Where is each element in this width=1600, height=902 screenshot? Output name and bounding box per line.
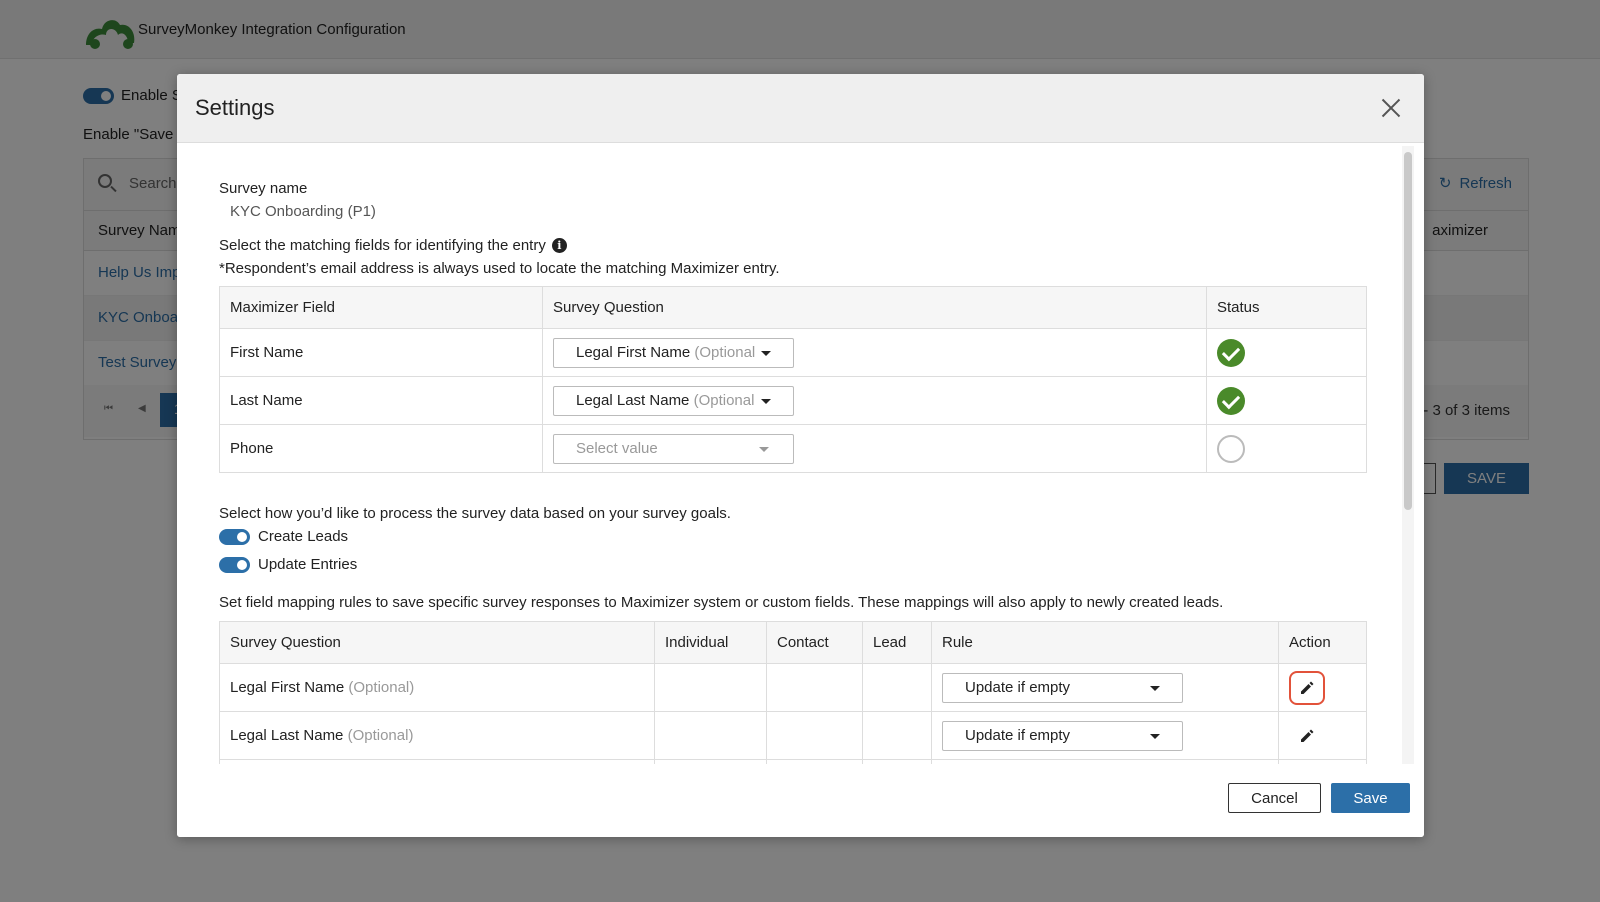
survey-question-cell: Legal First Name (Optional) — [219, 663, 655, 712]
edit-button[interactable] — [1289, 719, 1325, 753]
col-status: Status — [1206, 286, 1367, 329]
update-entries-row: Update Entries — [219, 556, 357, 573]
status-cell — [1206, 376, 1367, 425]
col-action: Action — [1278, 621, 1367, 664]
table-row: Legal Last Name (Optional) Update if emp… — [219, 711, 1367, 760]
individual-cell — [654, 663, 767, 712]
mapping-label: Set field mapping rules to save specific… — [219, 594, 1224, 611]
survey-question-select[interactable]: Legal First Name (Optional — [553, 337, 794, 368]
status-cell — [1206, 328, 1367, 377]
chevron-down-icon — [1150, 685, 1160, 691]
cancel-button[interactable]: Cancel — [1228, 783, 1321, 813]
scrollbar-thumb[interactable] — [1404, 152, 1412, 510]
contact-cell — [766, 711, 863, 760]
select-value: Legal First Name — [576, 343, 691, 361]
individual-cell — [654, 711, 767, 760]
rule-value: Update if empty — [965, 678, 1071, 696]
create-leads-row: Create Leads — [219, 528, 348, 545]
col-survey-question: Survey Question — [219, 621, 655, 664]
col-maximizer-field: Maximizer Field — [219, 286, 543, 329]
survey-name-label: Survey name — [219, 180, 308, 197]
col-survey-question: Survey Question — [542, 286, 1207, 329]
optional-tag: (Optional — [693, 391, 755, 409]
survey-question-cell: Legal Last Name (Optional — [542, 376, 1207, 425]
edit-button[interactable] — [1289, 670, 1325, 705]
col-rule: Rule — [931, 621, 1279, 664]
col-contact: Contact — [766, 621, 863, 664]
action-cell — [1278, 711, 1367, 760]
pencil-icon — [1301, 681, 1314, 694]
optional-tag: (Optional) — [347, 727, 414, 744]
save-button[interactable]: Save — [1331, 783, 1410, 813]
maximizer-field: Phone — [219, 424, 543, 473]
create-leads-toggle[interactable] — [219, 528, 250, 545]
question-text: Legal Last Name — [230, 727, 344, 744]
optional-tag: (Optional — [694, 343, 756, 361]
table-row: Phone Select value — [219, 424, 1367, 473]
select-value: Legal Last Name — [576, 391, 690, 409]
status-cell — [1206, 424, 1367, 473]
empty-circle-icon — [1217, 434, 1245, 463]
maximizer-field: First Name — [219, 328, 543, 377]
lead-cell — [862, 663, 932, 712]
chevron-down-icon — [761, 350, 771, 356]
create-leads-label: Create Leads — [258, 528, 349, 545]
check-circle-icon — [1217, 386, 1245, 415]
rule-cell: Update if empty — [931, 663, 1279, 712]
question-text: Legal First Name — [230, 679, 345, 696]
table-row: Last Name Legal Last Name (Optional — [219, 376, 1367, 425]
select-placeholder: Select value — [576, 439, 658, 457]
chevron-down-icon — [759, 446, 769, 452]
info-icon[interactable]: i — [551, 238, 567, 253]
rule-value: Update if empty — [965, 726, 1071, 744]
col-individual: Individual — [654, 621, 767, 664]
col-lead: Lead — [862, 621, 932, 664]
dialog-title: Settings — [195, 95, 275, 120]
survey-question-cell: Select value — [542, 424, 1207, 473]
survey-question-cell: Legal Last Name (Optional) — [219, 711, 655, 760]
optional-tag: (Optional) — [348, 679, 415, 696]
match-fields-label: Select the matching fields for identifyi… — [219, 237, 567, 254]
contact-cell — [766, 663, 863, 712]
process-label: Select how you’d like to process the sur… — [219, 505, 731, 522]
update-entries-toggle[interactable] — [219, 556, 250, 573]
survey-question-select[interactable]: Legal Last Name (Optional — [553, 385, 794, 416]
rule-select[interactable]: Update if empty — [942, 672, 1183, 703]
survey-question-cell: Legal First Name (Optional — [542, 328, 1207, 377]
survey-question-select[interactable]: Select value — [553, 433, 794, 464]
survey-name-value: KYC Onboarding (P1) — [230, 203, 376, 220]
chevron-down-icon — [761, 398, 771, 404]
settings-dialog: Settings Survey name KYC Onboarding (P1)… — [177, 74, 1424, 837]
match-note: *Respondent’s email address is always us… — [219, 260, 780, 277]
table-row: Legal First Name (Optional) Update if em… — [219, 663, 1367, 712]
dialog-footer: Cancel Save — [177, 764, 1424, 837]
dialog-header: Settings — [177, 74, 1424, 143]
match-fields-text: Select the matching fields for identifyi… — [219, 237, 546, 254]
close-icon[interactable] — [1380, 97, 1402, 119]
pencil-icon — [1301, 729, 1314, 742]
check-circle-icon — [1217, 338, 1245, 367]
matching-fields-table: Maximizer Field Survey Question Status F… — [219, 286, 1367, 473]
chevron-down-icon — [1150, 733, 1160, 739]
rule-cell: Update if empty — [931, 711, 1279, 760]
maximizer-field: Last Name — [219, 376, 543, 425]
action-cell — [1278, 663, 1367, 712]
table-row: First Name Legal First Name (Optional — [219, 328, 1367, 377]
lead-cell — [862, 711, 932, 760]
rule-select[interactable]: Update if empty — [942, 720, 1183, 751]
update-entries-label: Update Entries — [258, 556, 358, 573]
